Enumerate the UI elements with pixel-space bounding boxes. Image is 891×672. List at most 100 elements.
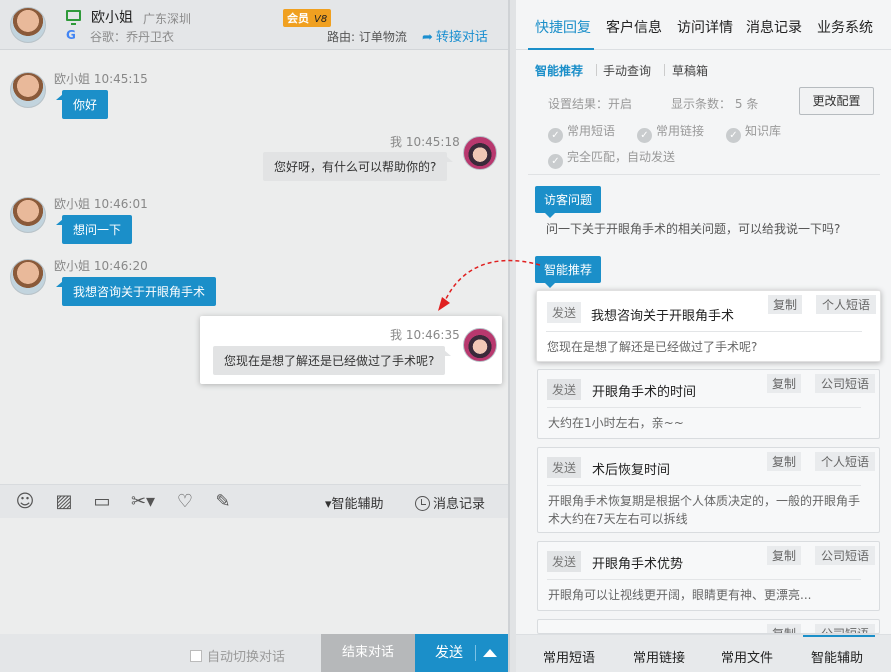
config-result: 设置结果：开启 [548, 97, 633, 111]
card-kind-badge: 个人短语 [814, 452, 875, 471]
change-config-button[interactable]: 更改配置 [799, 87, 874, 115]
card-copy-button[interactable]: 复制 [766, 546, 801, 565]
reply-card: 发送 开眼角手术优势 复制 公司短语 开眼角可以让视线更开阔，眼睛更有神、更漂亮… [537, 541, 880, 611]
end-chat-button[interactable]: 结束对话 [321, 634, 415, 672]
folder-icon[interactable]: ▭ [91, 491, 113, 513]
reply-card: 发送 开眼角手术的时间 复制 公司短语 大约在1小时左右，亲~~ [537, 369, 880, 439]
subtab-manual-search[interactable]: 手动查询 [603, 62, 651, 79]
check-icon: ✓ [548, 154, 563, 169]
visitor-message: 你好 [55, 90, 109, 119]
scissors-icon[interactable]: ✂▾ [128, 491, 158, 513]
agent-avatar [463, 136, 497, 170]
tab-visit-detail[interactable]: 访问详情 [677, 17, 733, 37]
visitor-avatar [10, 197, 46, 233]
heart-icon[interactable]: ♡ [174, 491, 196, 513]
subtab-drafts[interactable]: 草稿箱 [672, 62, 708, 79]
visitor-message: 想问一下 [55, 215, 133, 244]
tab-business-system[interactable]: 业务系统 [817, 17, 873, 37]
config-count: 显示条数： 5 条 [671, 97, 759, 111]
tab-message-record[interactable]: 消息记录 [746, 17, 802, 37]
message-meta: 我 10:46:35 [390, 328, 460, 342]
card-kind-badge: 个人短语 [815, 295, 876, 314]
card-title: 我想咨询关于开眼角手术 [591, 309, 735, 324]
check-icon: ✓ [548, 128, 563, 143]
card-kind-badge: 公司短语 [814, 374, 875, 393]
card-send-button[interactable]: 发送 [547, 379, 582, 400]
footer-tab-phrases[interactable]: 常用短语 [543, 647, 595, 666]
check-auto-send: ✓ 完全匹配，自动发送 [548, 148, 675, 169]
splitter[interactable] [509, 0, 516, 672]
image-icon[interactable]: ▨ [53, 491, 75, 513]
member-level: V8 [314, 14, 328, 25]
card-copy-button[interactable]: 复制 [767, 295, 802, 314]
visitor-avatar [10, 7, 46, 43]
chat-header: 欧小姐 广东深圳 会员 V8 G 谷歌：乔丹卫衣 路由: 订单物流 ➦ 转接对话 [0, 0, 508, 50]
footer-tab-links[interactable]: 常用链接 [633, 647, 685, 666]
emoji-icon[interactable]: ☺ [14, 491, 36, 513]
send-button[interactable]: 发送 [415, 634, 508, 672]
chat-footer: 自动切换对话 结束对话 发送 [0, 634, 508, 672]
tab-underline [528, 48, 594, 50]
footer-tab-smart-assist[interactable]: 智能辅助 [811, 647, 863, 666]
quick-reply-panel: 快捷回复 客户信息 访问详情 消息记录 业务系统 智能推荐 手动查询 草稿箱 设… [516, 0, 891, 672]
right-footer: 常用短语 常用链接 常用文件 智能辅助 [516, 634, 891, 672]
message-meta: 欧小姐 10:45:15 [54, 72, 148, 86]
transfer-button[interactable]: ➦ 转接对话 [422, 26, 488, 45]
message-input[interactable] [0, 518, 508, 634]
card-copy-button[interactable]: 复制 [766, 374, 801, 393]
check-common-link: ✓ 常用链接 [637, 122, 704, 143]
card-body: 大约在1小时左右，亲~~ [548, 416, 684, 430]
reply-card: 复制 公司短语 [537, 619, 880, 634]
evaluate-icon[interactable]: ✎ [212, 491, 234, 513]
right-tabs: 快捷回复 客户信息 访问详情 消息记录 业务系统 [516, 0, 891, 50]
tab-customer-info[interactable]: 客户信息 [606, 17, 662, 37]
card-copy-button[interactable]: 复制 [766, 452, 801, 471]
card-kind-badge: 公司短语 [814, 624, 875, 633]
monitor-icon [66, 10, 81, 25]
auto-switch-checkbox[interactable]: 自动切换对话 [190, 646, 285, 665]
check-common-phrase: ✓ 常用短语 [548, 122, 615, 143]
subtab-smart-recommend[interactable]: 智能推荐 [535, 62, 583, 79]
visitor-avatar [10, 259, 46, 295]
highlighted-agent-message: 我 10:46:35 您现在是想了解还是已经做过了手术呢? [200, 316, 502, 384]
footer-tab-files[interactable]: 常用文件 [721, 647, 773, 666]
check-icon: ✓ [726, 128, 741, 143]
agent-avatar [463, 328, 497, 362]
message-meta: 欧小姐 10:46:20 [54, 259, 148, 273]
card-send-button[interactable]: 发送 [547, 551, 582, 572]
card-copy-button[interactable]: 复制 [766, 624, 801, 633]
card-title: 开眼角手术优势 [592, 557, 684, 572]
member-badge: 会员 V8 [283, 9, 332, 27]
google-icon: G [66, 28, 76, 42]
reply-card: 发送 术后恢复时间 复制 个人短语 开眼角手术恢复期是根据个人体质决定的，一般的… [537, 447, 880, 533]
visitor-message: 我想咨询关于开眼角手术 [55, 277, 217, 306]
message-meta: 我 10:45:18 [390, 135, 460, 149]
smart-assist-button[interactable]: ▾智能辅助 [325, 493, 384, 512]
route-info: 路由: 订单物流 [327, 30, 407, 44]
check-icon: ✓ [637, 128, 652, 143]
visitor-location: 广东深圳 [143, 12, 192, 26]
card-send-button[interactable]: 发送 [547, 302, 582, 323]
checkbox-icon [190, 650, 202, 662]
card-title: 术后恢复时间 [592, 463, 671, 478]
check-knowledge-base: ✓ 知识库 [726, 122, 781, 143]
visitor-question: 问一下关于开眼角手术的相关问题，可以给我说一下吗? [546, 222, 841, 236]
chat-toolbar: ☺ ▨ ▭ ✂▾ ♡ ✎ ▾智能辅助 消息记录 [0, 484, 508, 518]
reply-card: 发送 我想咨询关于开眼角手术 复制 个人短语 您现在是想了解还是已经做过了手术呢… [536, 290, 881, 362]
card-body: 开眼角可以让视线更开阔，眼睛更有神、更漂亮... [548, 588, 812, 602]
caret-up-icon[interactable] [483, 649, 497, 657]
tab-quick-reply[interactable]: 快捷回复 [535, 17, 591, 37]
card-send-button[interactable]: 发送 [547, 457, 582, 478]
card-body: 您现在是想了解还是已经做过了手术呢? [547, 340, 758, 354]
chat-panel: 欧小姐 广东深圳 会员 V8 G 谷歌：乔丹卫衣 路由: 订单物流 ➦ 转接对话 欧… [0, 0, 509, 672]
message-meta: 欧小姐 10:46:01 [54, 197, 148, 211]
message-history-button[interactable]: 消息记录 [415, 493, 485, 512]
visitor-name: 欧小姐 [91, 10, 133, 26]
card-title: 开眼角手术的时间 [592, 385, 697, 400]
card-body: 开眼角手术恢复期是根据个人体质决定的，一般的开眼角手术大约在7天左右可以拆线 [548, 494, 861, 526]
agent-message: 您现在是想了解还是已经做过了手术呢? [213, 346, 452, 375]
smart-recommend-tag: 智能推荐 [535, 256, 602, 288]
clock-icon [415, 496, 430, 511]
visitor-question-tag: 访客问题 [535, 186, 602, 218]
forward-arrow-icon: ➦ [422, 30, 433, 45]
